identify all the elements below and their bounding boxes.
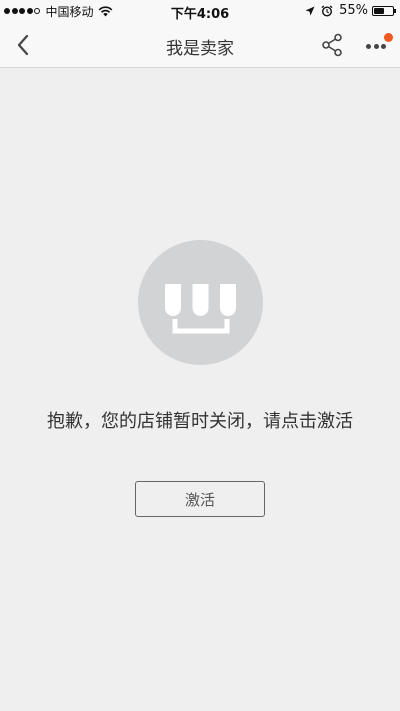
nav-bar: 我是卖家 [0,22,400,68]
alarm-clock-icon [321,4,333,17]
more-icon [366,44,389,49]
shop-closed-message: 抱歉，您的店铺暂时关闭，请点击激活 [47,411,353,432]
shop-closed-icon [138,240,263,365]
share-icon [322,33,342,57]
more-button[interactable] [362,31,394,59]
status-bar: 中国移动 下午4:06 55% [0,0,400,22]
battery-percent: 55% [339,3,368,18]
status-right: 55% [305,3,396,18]
battery-icon [372,5,396,16]
share-button[interactable] [318,31,346,59]
activate-button[interactable]: 激活 [135,481,265,517]
location-arrow-icon [305,6,315,15]
notification-dot [384,33,393,42]
